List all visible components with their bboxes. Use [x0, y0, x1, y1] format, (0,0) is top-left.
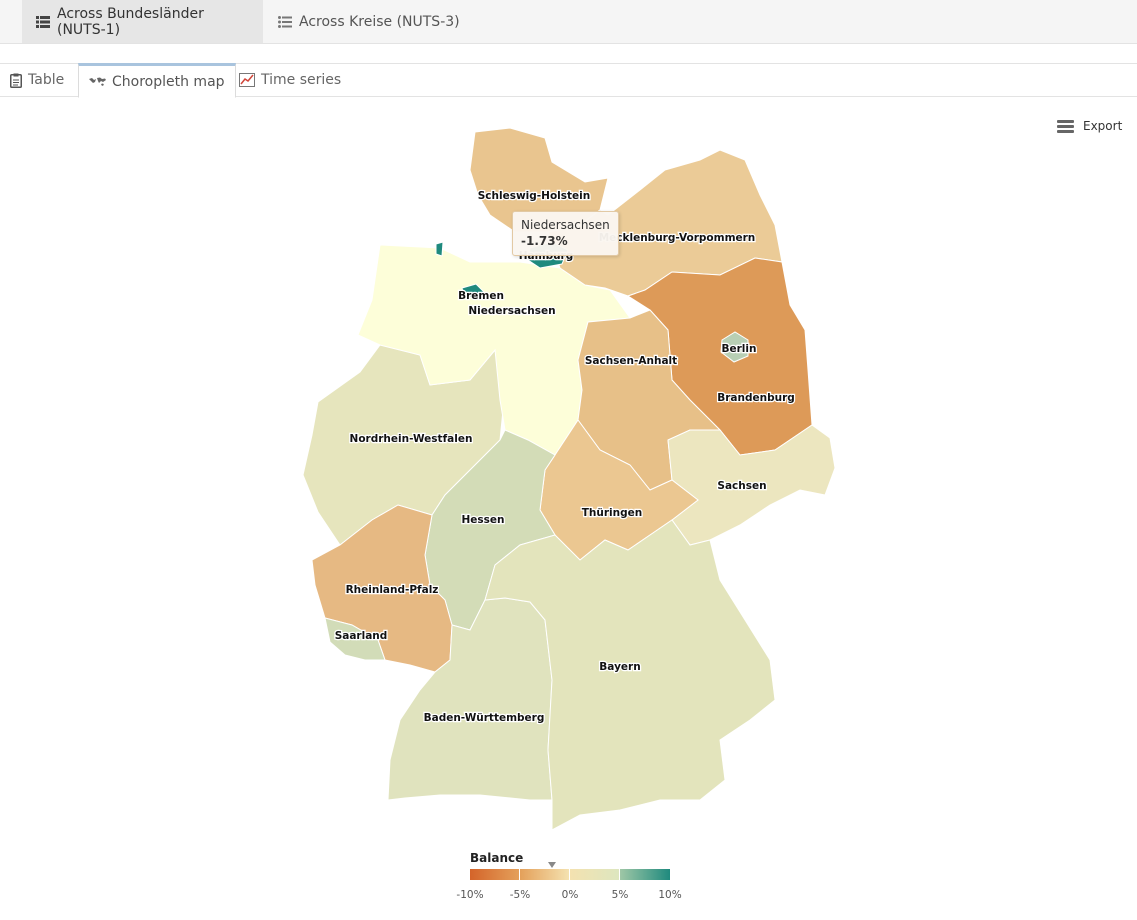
label-sachsen: Sachsen	[717, 480, 766, 492]
tab-choropleth-map-label: Choropleth map	[112, 73, 225, 90]
tab-kreise-label: Across Kreise (NUTS-3)	[299, 13, 460, 30]
legend-tick: 10%	[658, 889, 682, 901]
label-mecklenburg-vorpommern: Mecklenburg-Vorpommern	[599, 232, 756, 244]
legend-tick: 0%	[561, 889, 579, 901]
label-sachsen-anhalt: Sachsen-Anhalt	[585, 355, 677, 367]
label-nordrhein-westfalen: Nordrhein-Westfalen	[350, 433, 473, 445]
legend-value-marker	[548, 862, 556, 868]
label-hessen: Hessen	[461, 514, 504, 526]
label-berlin: Berlin	[722, 343, 757, 355]
view-tabs: Table Choropleth map Time series	[0, 63, 1137, 98]
tab-bundeslaender-label: Across Bundesländer (NUTS-1)	[57, 5, 204, 38]
tab-table[interactable]: Table	[0, 63, 74, 97]
tooltip-value: -1.73%	[521, 233, 568, 248]
line-chart-icon	[239, 73, 255, 87]
legend-segment	[570, 869, 619, 880]
legend-segment	[620, 869, 670, 880]
nuts-level-tabs: Across Bundesländer (NUTS-1) Across Krei…	[0, 0, 1137, 44]
legend-segment	[470, 869, 519, 880]
legend-segment	[520, 869, 569, 880]
tooltip-region: Niedersachsen	[521, 218, 610, 232]
map-tooltip: Niedersachsen -1.73%	[512, 211, 619, 257]
legend-tick: -5%	[509, 889, 531, 901]
legend-color-scale	[470, 869, 670, 880]
tab-choropleth-map[interactable]: Choropleth map	[78, 63, 236, 98]
label-schleswig-holstein: Schleswig-Holstein	[478, 190, 590, 202]
tab-bundeslaender[interactable]: Across Bundesländer (NUTS-1)	[22, 0, 263, 43]
label-bremen: Bremen	[458, 290, 504, 302]
tab-time-series-label: Time series	[261, 72, 342, 88]
label-brandenburg: Brandenburg	[717, 392, 795, 404]
label-thueringen: Thüringen	[582, 507, 642, 519]
world-map-icon	[89, 77, 106, 87]
tab-time-series[interactable]: Time series	[229, 63, 351, 97]
table-list-icon	[36, 15, 50, 28]
clipboard-icon	[10, 73, 22, 88]
tab-kreise[interactable]: Across Kreise (NUTS-3)	[264, 0, 474, 43]
tab-table-label: Table	[28, 72, 65, 88]
label-baden-wuerttemberg: Baden-Württemberg	[424, 712, 545, 724]
label-bayern: Bayern	[599, 661, 640, 673]
legend-title: Balance	[470, 851, 524, 865]
legend-tick: -10%	[456, 889, 484, 901]
label-niedersachsen: Niedersachsen	[468, 305, 555, 317]
label-rheinland-pfalz: Rheinland-Pfalz	[346, 584, 439, 596]
legend-tick: 5%	[611, 889, 629, 901]
label-saarland: Saarland	[335, 630, 388, 642]
list-icon	[278, 15, 292, 28]
